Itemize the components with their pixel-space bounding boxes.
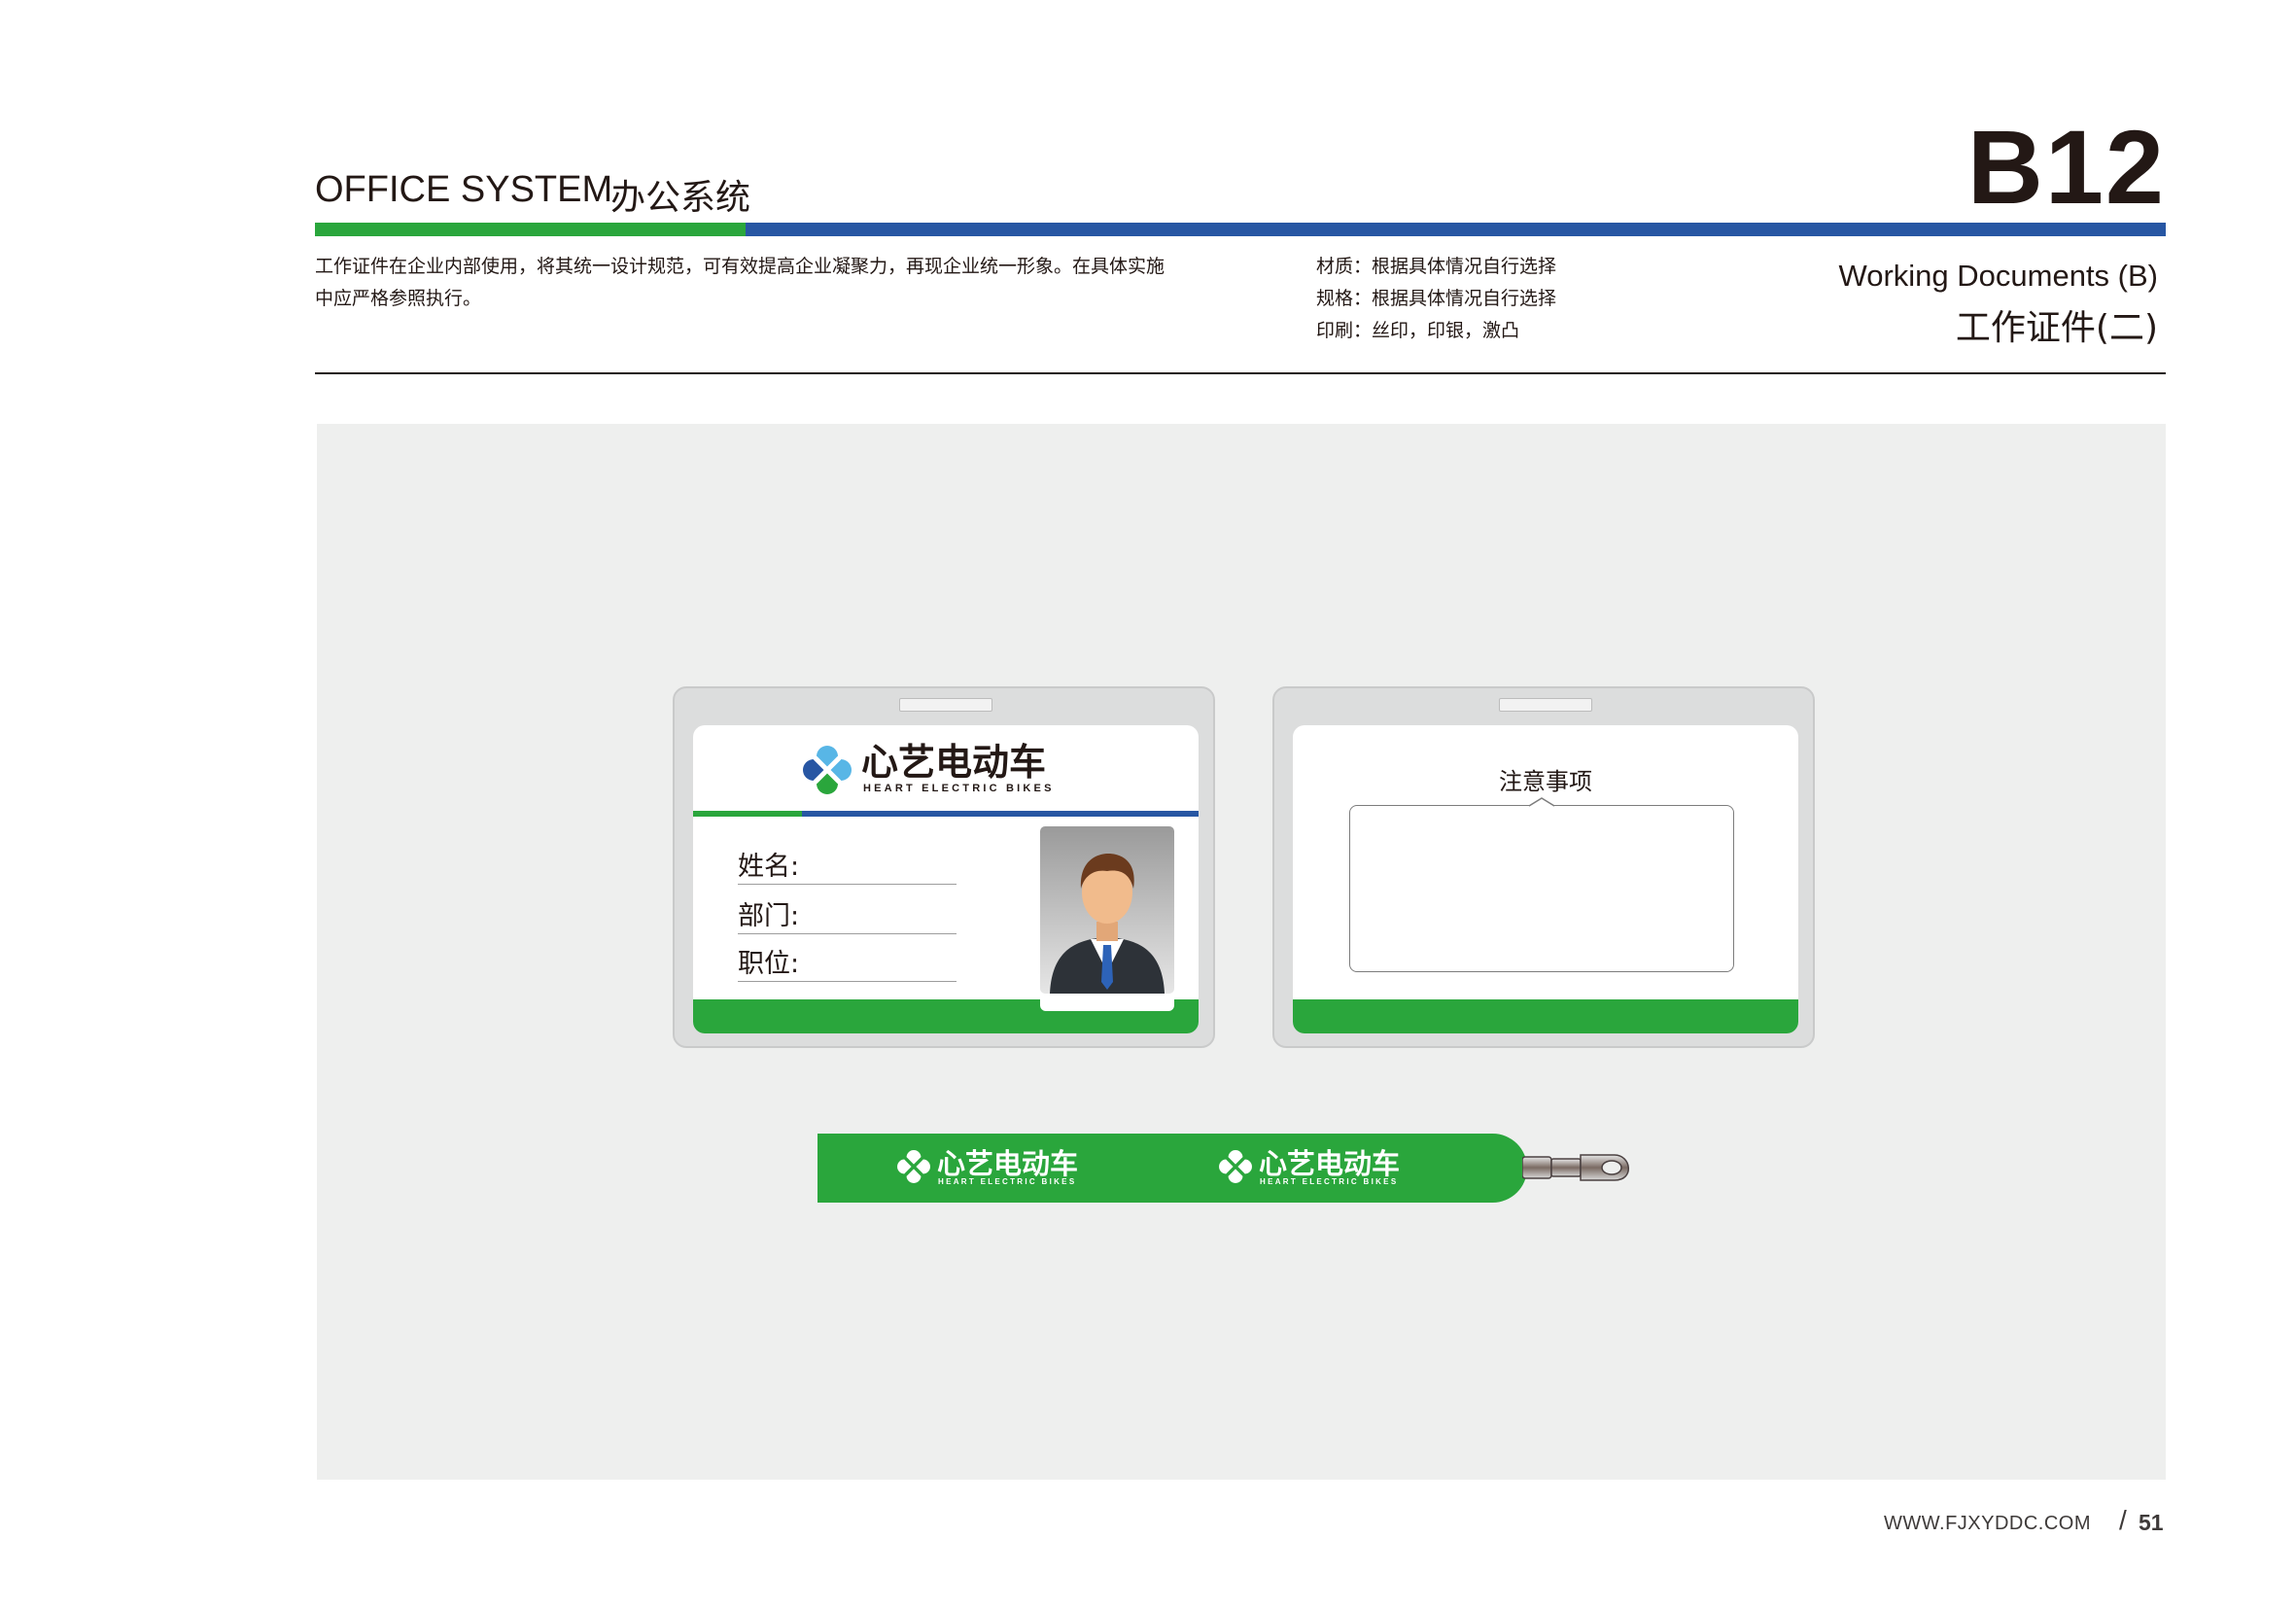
header-divider bbox=[315, 372, 2166, 374]
field-name: 姓名: bbox=[738, 845, 957, 885]
card-slot bbox=[1499, 698, 1592, 712]
field-department: 部门: bbox=[738, 894, 957, 934]
spec-list: 材质：根据具体情况自行选择 规格：根据具体情况自行选择 印刷：丝印，印银，激凸 bbox=[1316, 251, 1556, 347]
lanyard-strap: 心艺电动车 HEART ELECTRIC BIKES 心艺电动车 HEART E… bbox=[818, 1134, 1527, 1203]
page-description: 工作证件在企业内部使用，将其统一设计规范，可有效提高企业凝聚力，再现企业统一形象… bbox=[315, 256, 1165, 309]
card-stripe-blue bbox=[802, 811, 1199, 817]
card-front-face: 心艺电动车 HEART ELECTRIC BIKES 姓名: 部门: 职位: bbox=[693, 725, 1199, 1033]
brand-name-cn: 心艺电动车 bbox=[861, 741, 1047, 784]
card-back-face: 注意事项 bbox=[1293, 725, 1798, 1033]
notice-box bbox=[1349, 805, 1734, 972]
mockup-panel: 心艺电动车 HEART ELECTRIC BIKES 姓名: 部门: 职位: 注… bbox=[317, 424, 2166, 1480]
section-title-cn: 办公系统 bbox=[610, 178, 751, 218]
id-card-back: 注意事项 bbox=[1272, 686, 1815, 1048]
page-title-en: Working Documents (B) bbox=[1838, 259, 2158, 293]
header-bar-green bbox=[315, 223, 746, 236]
section-title-en: OFFICE SYSTEM bbox=[315, 169, 613, 210]
avatar-businessman-icon bbox=[1040, 826, 1174, 994]
page-number: 51 bbox=[2139, 1510, 2164, 1535]
clover-logo-icon bbox=[803, 746, 852, 794]
footer-website: WWW.FJXYDDC.COM bbox=[1884, 1513, 2092, 1534]
brand-name-en: HEART ELECTRIC BIKES bbox=[863, 783, 1055, 794]
spec-printing: 印刷：丝印，印银，激凸 bbox=[1316, 320, 1520, 341]
photo-frame bbox=[1040, 826, 1174, 1011]
footer-slash: / bbox=[2119, 1505, 2127, 1535]
lanyard-brand-en: HEART ELECTRIC BIKES bbox=[1260, 1177, 1399, 1186]
spec-size: 规格：根据具体情况自行选择 bbox=[1316, 288, 1557, 309]
card-stripe-green bbox=[693, 811, 802, 817]
id-card-front: 心艺电动车 HEART ELECTRIC BIKES 姓名: 部门: 职位: bbox=[673, 686, 1215, 1048]
header-bar-blue bbox=[746, 223, 2166, 236]
lanyard-brand-cn: 心艺电动车 bbox=[1259, 1147, 1401, 1180]
lanyard-clip-icon bbox=[1522, 1154, 1629, 1181]
lanyard-brand-en: HEART ELECTRIC BIKES bbox=[938, 1177, 1077, 1186]
spec-material: 材质：根据具体情况自行选择 bbox=[1316, 256, 1557, 277]
field-position: 职位: bbox=[738, 942, 957, 982]
clover-logo-icon bbox=[1219, 1150, 1252, 1183]
card-footer-band bbox=[1293, 999, 1798, 1033]
card-slot bbox=[899, 698, 992, 712]
page-title-cn: 工作证件(二) bbox=[1955, 308, 2158, 348]
notice-title: 注意事项 bbox=[1499, 768, 1592, 795]
lanyard-brand-cn: 心艺电动车 bbox=[937, 1147, 1079, 1180]
clover-logo-icon bbox=[897, 1150, 930, 1183]
page-code: B12 bbox=[1966, 108, 2166, 226]
notice-box-notch bbox=[1529, 797, 1554, 807]
